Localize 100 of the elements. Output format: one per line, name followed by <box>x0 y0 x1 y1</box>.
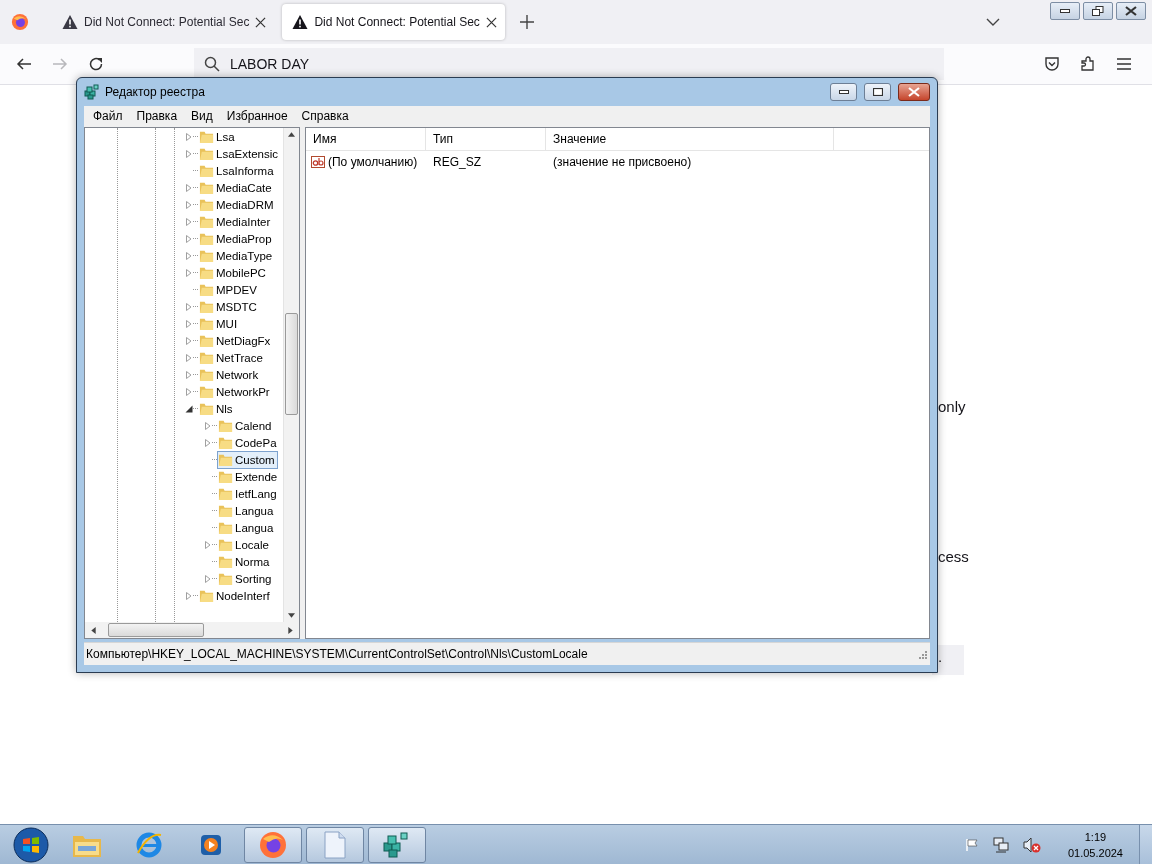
menu-icon[interactable] <box>1116 57 1132 71</box>
expand-arrow-icon[interactable] <box>185 302 193 311</box>
tree-item[interactable]: NetDiagFx <box>198 331 274 350</box>
resize-grip-icon[interactable] <box>917 649 927 659</box>
tree-item[interactable]: NetTrace <box>198 348 266 367</box>
folder-icon <box>218 418 233 433</box>
folder-icon <box>199 231 214 246</box>
start-button[interactable] <box>13 826 49 863</box>
pocket-icon[interactable] <box>1044 56 1060 72</box>
scroll-right-arrow-icon[interactable] <box>288 626 293 634</box>
menu-item[interactable]: Вид <box>184 109 220 123</box>
menu-item[interactable]: Правка <box>129 109 185 123</box>
tree-item[interactable]: LsaExtensic <box>198 144 281 163</box>
new-tab-icon[interactable] <box>519 15 534 29</box>
tree-item[interactable]: MUI <box>198 314 241 333</box>
expand-arrow-icon[interactable] <box>185 183 193 192</box>
tree-item[interactable]: Langua <box>217 518 277 537</box>
speaker-icon[interactable] <box>1022 836 1041 853</box>
menu-item[interactable]: Избранное <box>219 109 295 123</box>
tree-item[interactable]: NetworkPr <box>198 382 273 401</box>
expand-arrow-icon[interactable] <box>185 149 193 158</box>
tree-item[interactable]: NodeInterf <box>198 586 273 605</box>
expand-arrow-icon[interactable] <box>185 370 193 379</box>
menu-item[interactable]: Файл <box>86 109 130 123</box>
scrollbar[interactable] <box>85 622 299 638</box>
address-field[interactable]: LABOR DAY <box>194 48 944 80</box>
column-header[interactable]: Значение <box>546 128 834 150</box>
tree-item[interactable]: Nls <box>198 399 236 418</box>
tree-item[interactable]: MediaType <box>198 246 276 265</box>
minimize-button[interactable] <box>1050 2 1080 20</box>
scroll-thumb[interactable] <box>108 623 204 637</box>
tree-item[interactable]: Locale <box>217 535 272 554</box>
expand-arrow-icon[interactable] <box>185 387 193 396</box>
close-button[interactable] <box>1116 2 1146 20</box>
tree-item[interactable]: MobilePC <box>198 263 269 282</box>
expand-arrow-icon[interactable] <box>185 251 193 260</box>
tree-item[interactable]: LsaInforma <box>198 161 277 180</box>
tree-item[interactable]: MediaProp <box>198 229 275 248</box>
flag-icon[interactable] <box>964 837 979 852</box>
folder-icon <box>199 214 214 229</box>
minimize-button[interactable] <box>830 83 857 101</box>
folder-icon <box>218 537 233 552</box>
notepad-app-button[interactable] <box>306 826 364 863</box>
browser-tab[interactable]: Did Not Connect: Potential Sec <box>282 4 505 40</box>
clock-date[interactable]: 01.05.2024 <box>1067 844 1123 861</box>
expand-arrow-icon[interactable] <box>204 540 212 549</box>
tree-item[interactable]: Extende <box>217 467 281 486</box>
network-icon[interactable] <box>992 836 1009 853</box>
close-icon[interactable] <box>485 16 497 28</box>
expand-arrow-icon[interactable] <box>185 200 193 209</box>
expand-arrow-icon[interactable] <box>185 336 193 345</box>
expand-arrow-icon[interactable] <box>185 132 193 141</box>
tree-item[interactable]: Norma <box>217 552 273 571</box>
scroll-thumb[interactable] <box>285 313 298 415</box>
tree-item[interactable]: MediaDRM <box>198 195 277 214</box>
firefox-icon <box>259 830 287 859</box>
collapse-arrow-icon[interactable] <box>185 404 193 413</box>
browser-logo-icon[interactable] <box>11 13 29 31</box>
scroll-down-arrow-icon[interactable] <box>288 613 295 618</box>
expand-arrow-icon[interactable] <box>204 421 212 430</box>
value-name[interactable]: (По умолчанию) <box>328 155 418 169</box>
menu-item[interactable]: Справка <box>294 109 356 123</box>
column-header[interactable]: Имя <box>306 128 426 150</box>
registry-app-button[interactable] <box>368 826 426 863</box>
firefox-app-button[interactable] <box>244 826 302 863</box>
close-icon[interactable] <box>255 16 267 28</box>
expand-arrow-icon[interactable] <box>185 591 193 600</box>
puzzle-piece-icon[interactable] <box>1080 56 1096 72</box>
tree-item[interactable]: Calend <box>217 416 275 435</box>
tree-item[interactable]: MediaCate <box>198 178 275 197</box>
tree-item[interactable]: Lsa <box>198 128 238 146</box>
clock-time[interactable]: 1:19 <box>1084 828 1107 845</box>
expand-arrow-icon[interactable] <box>185 319 193 328</box>
reload-icon[interactable] <box>88 56 104 72</box>
column-header[interactable]: Тип <box>426 128 546 150</box>
maximize-button[interactable] <box>864 83 891 101</box>
expand-arrow-icon[interactable] <box>185 217 193 226</box>
tree-item[interactable]: Langua <box>217 501 277 520</box>
expand-arrow-icon[interactable] <box>185 234 193 243</box>
tree-item[interactable]: CodePa <box>217 433 280 452</box>
show-desktop-button[interactable] <box>1139 825 1152 864</box>
back-arrow-icon[interactable] <box>16 56 32 72</box>
expand-arrow-icon[interactable] <box>204 574 212 583</box>
tree-item[interactable]: Custom <box>217 450 278 469</box>
expand-arrow-icon[interactable] <box>204 438 212 447</box>
scroll-left-arrow-icon[interactable] <box>91 626 96 634</box>
tree-item[interactable]: MediaInter <box>198 212 274 231</box>
expand-arrow-icon[interactable] <box>185 353 193 362</box>
tree-item[interactable]: MPDEV <box>198 280 260 299</box>
tree-item[interactable]: IetfLang <box>217 484 280 503</box>
close-button[interactable] <box>898 83 930 101</box>
chevron-down-icon[interactable] <box>986 18 1000 26</box>
expand-arrow-icon[interactable] <box>185 268 193 277</box>
scroll-up-arrow-icon[interactable] <box>288 132 295 137</box>
tree-item[interactable]: MSDTC <box>198 297 260 316</box>
browser-tab[interactable]: Did Not Connect: Potential Sec <box>52 4 275 40</box>
scrollbar[interactable] <box>283 128 299 622</box>
tree-item[interactable]: Sorting <box>217 569 275 588</box>
tree-item[interactable]: Network <box>198 365 262 384</box>
restore-button[interactable] <box>1083 2 1113 20</box>
